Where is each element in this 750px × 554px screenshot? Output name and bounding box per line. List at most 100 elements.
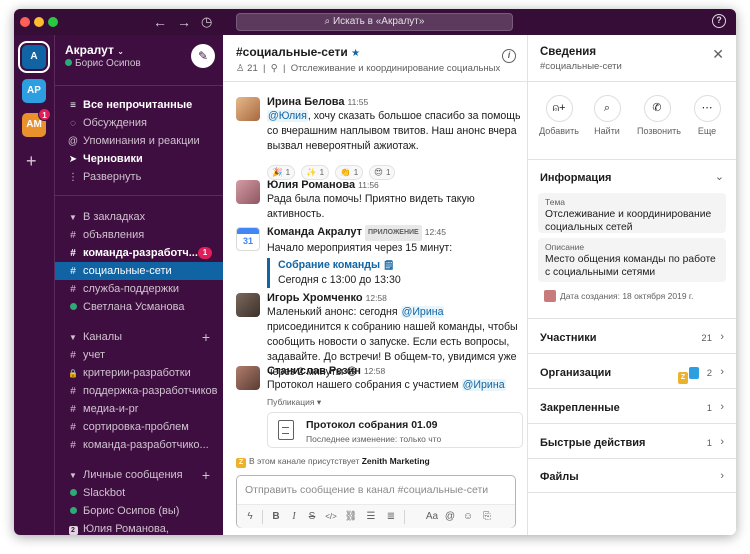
dms-section-header[interactable]: ▼ Личные сообщения + [55,466,224,484]
members-section[interactable]: Участники [540,332,597,344]
sidebar-item-dev-criteria[interactable]: 🔒 критерии-разработки [55,364,224,382]
chevron-right-icon[interactable]: › [720,331,724,343]
emoji-icon[interactable]: ☺ [461,510,475,524]
workspace-am[interactable]: АМ 1 [22,108,51,137]
sidebar-item-dev-support[interactable]: # поддержка-разработчиков [55,382,224,400]
text-format-icon[interactable]: Aa [425,510,439,524]
close-icon[interactable]: ✕ [712,47,724,61]
avatar[interactable] [236,97,260,121]
mention-icon[interactable]: @ [443,510,457,524]
chevron-right-icon[interactable]: › [720,401,724,413]
history-clock-icon[interactable]: ◷ [201,13,212,31]
more-button[interactable]: ⋯ Еще [687,95,727,136]
sidebar-item-dm-svetlana[interactable]: Светлана Усманова [55,298,224,316]
avatar[interactable] [236,366,260,390]
file-title[interactable]: Протокол собрания 01.09 [306,419,438,431]
close-window-button[interactable] [20,17,30,27]
italic-icon[interactable]: I [287,510,301,524]
sidebar-item-unread[interactable]: ≡ Все непрочитанные [55,96,224,114]
sidebar-item-accounting[interactable]: # учет [55,346,224,364]
chevron-down-icon[interactable]: ⌄ [715,170,724,183]
shortcuts-section[interactable]: Быстрые действия [540,437,645,449]
sidebar-item-media-pr[interactable]: # медиа-и-pr [55,400,224,418]
info-section-header[interactable]: Информация [540,172,611,184]
workspace-ap[interactable]: АР [22,79,46,103]
sidebar-item-support[interactable]: # служба-поддержки [55,280,224,298]
sidebar-item-dev-team-2[interactable]: # команда-разработчико... [55,436,224,454]
chevron-right-icon[interactable]: › [720,366,724,378]
message-time[interactable]: 11:56 [358,180,379,190]
add-workspace-icon[interactable]: + [26,152,37,170]
avatar[interactable] [236,293,260,317]
workspace-name[interactable]: Акралут ⌄ [65,43,124,57]
orgs-section[interactable]: Организации [540,367,611,379]
maximize-window-button[interactable] [48,17,58,27]
forward-arrow-icon[interactable]: → [177,13,191,31]
sidebar-item-threads[interactable]: ◌ Обсуждения [55,114,224,132]
message-time[interactable]: 12:58 [366,293,387,303]
description-box[interactable]: Описание Место общения команды по работе… [538,238,726,282]
find-button[interactable]: ⌕ Найти [587,95,627,136]
mention[interactable]: @Юлия [267,110,308,122]
sidebar-item-drafts[interactable]: ➤ Черновики [55,150,224,168]
mention[interactable]: @Ирина [461,379,506,391]
sidebar-item-more[interactable]: ⋮ Развернуть [55,168,224,186]
strikethrough-icon[interactable]: S [305,510,319,524]
sidebar-item-triage[interactable]: # сортировка-проблем [55,418,224,436]
minimize-window-button[interactable] [34,17,44,27]
avatar[interactable] [236,180,260,204]
pinned-section[interactable]: Закрепленные [540,402,620,414]
bookmarks-section-header[interactable]: ▼ В закладках [55,208,224,226]
add-button[interactable]: ⍝+ Добавить [539,95,579,136]
calendar-app-icon[interactable]: 31 [236,227,260,251]
bold-icon[interactable]: B [269,510,283,524]
org-name[interactable]: Zenith Marketing [362,456,430,466]
message-time[interactable]: 11:55 [348,97,369,107]
members-icon[interactable]: ♙ [236,63,245,74]
sidebar-item-announcements[interactable]: # объявления [55,226,224,244]
call-button[interactable]: ✆ Позвонить [637,95,681,136]
add-dm-icon[interactable]: + [202,466,210,484]
channel-topic[interactable]: Отслеживание и координирование социальны… [291,63,501,74]
help-icon[interactable]: ? [712,14,726,28]
star-icon[interactable]: ★ [351,48,360,59]
message-author[interactable]: Станислав Резин [267,365,361,377]
lightning-icon[interactable]: ϟ [243,510,257,524]
attachment-icon[interactable]: ⎘ [480,510,494,524]
mention[interactable]: @Ирина [400,306,445,318]
bulleted-list-icon[interactable]: ≣ [384,510,398,524]
channels-section-header[interactable]: ▼ Каналы + [55,328,224,346]
ordered-list-icon[interactable]: ☰ [364,510,378,524]
sidebar-item-self[interactable]: Борис Осипов (вы) [55,502,224,520]
add-channel-icon[interactable]: + [202,328,210,346]
event-link[interactable]: Собрание команды 🗒 [278,258,521,273]
search-list-icon: ⌕ [593,95,621,122]
link-icon[interactable]: ⛓ [344,510,358,524]
topic-box[interactable]: Тема Отслеживание и координирование соци… [538,193,726,233]
compose-button[interactable]: ✎ [191,44,215,68]
code-icon[interactable]: </> [324,510,338,524]
message-author[interactable]: Команда Акралут [267,226,362,238]
search-input[interactable]: ⌕ Искать в «Акралут» [236,13,513,31]
chevron-right-icon[interactable]: › [720,436,724,448]
message-time[interactable]: 12:45 [425,227,446,237]
message-author[interactable]: Ирина Белова [267,96,345,108]
workspace-akralut[interactable]: А [18,41,50,73]
sidebar-item-dev-team[interactable]: # команда-разработч... 1 [55,244,224,262]
sidebar-item-social[interactable]: # социальные-сети [55,262,224,280]
files-section[interactable]: Файлы [540,471,579,483]
file-card[interactable]: Протокол собрания 01.09 Последнее измене… [267,412,523,448]
sidebar-item-slackbot[interactable]: Slackbot [55,484,224,502]
message-author[interactable]: Игорь Хромченко [267,292,363,304]
sidebar-item-group-dm[interactable]: 2 Юлия Романова, [55,520,224,535]
message-author[interactable]: Юлия Романова [267,179,355,191]
chevron-right-icon[interactable]: › [720,470,724,482]
channel-title[interactable]: #социальные-сети ★ [236,45,360,59]
share-label[interactable]: Публикация ▾ [267,396,521,408]
message-time[interactable]: 12:58 [364,366,385,376]
message-input[interactable] [245,481,507,499]
back-arrow-icon[interactable]: ← [153,13,167,31]
pin-icon[interactable]: ⚲ [271,63,278,74]
info-icon[interactable]: i [502,49,516,63]
sidebar-item-mentions[interactable]: @ Упоминания и реакции [55,132,224,150]
